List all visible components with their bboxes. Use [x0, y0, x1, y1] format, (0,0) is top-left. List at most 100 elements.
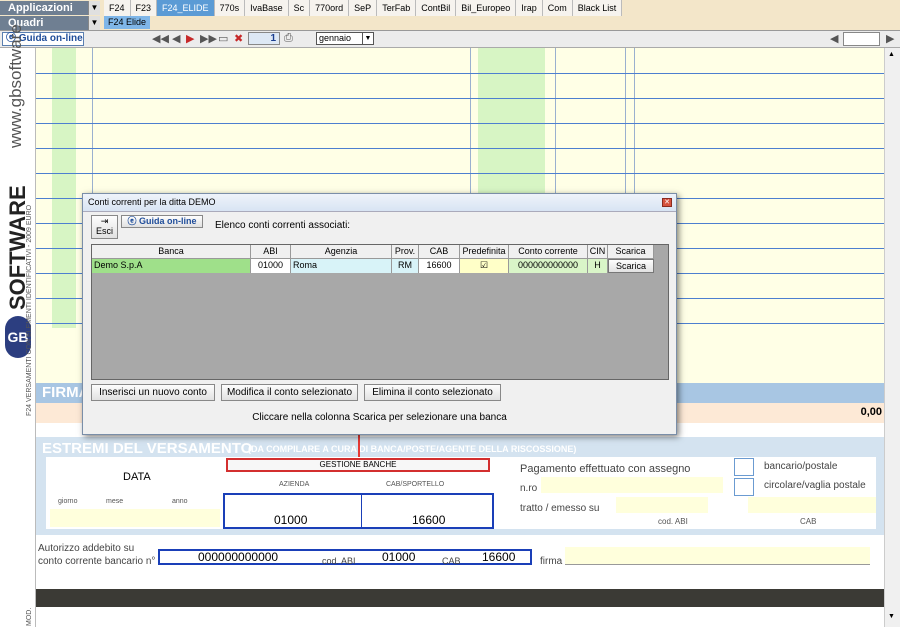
tratto-label: tratto / emesso su — [520, 503, 600, 514]
esci-label: Esci — [95, 226, 113, 236]
total-amount: 0,00 — [860, 406, 882, 418]
col-conto-corrente[interactable]: Conto corrente — [509, 245, 588, 258]
predefinita-checkbox[interactable]: ☑ — [460, 259, 509, 273]
table-row[interactable]: Demo S.p.A 01000 Roma RM 16600 ☑ 0000000… — [92, 259, 654, 273]
esci-button[interactable]: ⇥ Esci — [91, 215, 118, 239]
col-banca[interactable]: Banca — [92, 245, 251, 258]
cab-label: CAB — [800, 517, 817, 526]
cell-cin[interactable]: H — [588, 259, 608, 273]
month-select[interactable]: gennaio ▼ — [316, 32, 374, 45]
gestione-banche-box — [223, 493, 494, 529]
gestione-banche-button[interactable]: GESTIONE BANCHE — [226, 458, 490, 472]
tab-sc[interactable]: Sc — [288, 0, 311, 16]
tab-f24[interactable]: F24 — [104, 0, 131, 16]
new-record-icon[interactable]: ▭ — [218, 32, 228, 45]
chevron-down-icon[interactable]: ▼ — [88, 16, 100, 30]
tab-770ord[interactable]: 770ord — [310, 0, 350, 16]
cell-prov[interactable]: RM — [392, 259, 419, 273]
conti-correnti-dialog: Conti correnti per la ditta DEMO ✕ ⇥ Esc… — [82, 193, 677, 435]
modifica-conto-button[interactable]: Modifica il conto selezionato — [221, 384, 358, 401]
firma-field[interactable] — [565, 547, 870, 565]
tab-f23[interactable]: F23 — [130, 0, 158, 16]
col-cab[interactable]: CAB — [419, 245, 460, 258]
scarica-button[interactable]: Scarica — [608, 259, 654, 273]
cab-field[interactable] — [748, 497, 876, 513]
scroll-down-icon[interactable]: ▼ — [888, 613, 895, 620]
grid-line — [36, 148, 884, 149]
footer-bar — [36, 589, 884, 607]
tab-770s[interactable]: 770s — [214, 0, 246, 16]
prev-record-icon[interactable]: ◀ — [172, 32, 180, 45]
elenco-label: Elenco conti correnti associati: — [215, 220, 351, 231]
subtab-f24-elide[interactable]: F24 Elide — [104, 16, 151, 29]
col-cin[interactable]: CIN — [588, 245, 608, 258]
red-arrow-line — [358, 433, 360, 457]
nro-label: n.ro — [520, 483, 538, 494]
firma-label-2: firma — [540, 556, 563, 567]
tab-com[interactable]: Com — [542, 0, 573, 16]
nav-field[interactable] — [843, 32, 880, 46]
col-abi[interactable]: ABI — [251, 245, 291, 258]
data-field[interactable] — [50, 509, 220, 527]
delete-record-icon[interactable]: ✖ — [234, 32, 243, 45]
data-label: DATA — [123, 471, 151, 483]
circolare-checkbox[interactable] — [734, 478, 754, 496]
last-record-icon[interactable]: ▶▶ — [200, 32, 217, 45]
cell-banca[interactable]: Demo S.p.A — [92, 259, 251, 273]
elimina-conto-button[interactable]: Elimina il conto selezionato — [364, 384, 501, 401]
scroll-right-icon[interactable]: ▶ — [886, 32, 894, 45]
page-number-field[interactable]: 1 — [248, 32, 280, 45]
autorizzo-label: Autorizzo addebito su — [38, 543, 135, 554]
sidebar-brand: www.gbsoftware SOFTWARE GB F24 VERSAMENT… — [0, 24, 36, 627]
giorno-label: giorno — [58, 498, 78, 505]
cell-abi[interactable]: 01000 — [251, 259, 291, 273]
tab-ivabase[interactable]: IvaBase — [245, 0, 289, 16]
tab-irap[interactable]: Irap — [516, 0, 543, 16]
nro-field[interactable] — [541, 477, 723, 493]
brand-url: www.gbsoftware — [6, 24, 25, 148]
dialog-guida-button[interactable]: ⓔ Guida on-line — [121, 215, 203, 228]
play-icon[interactable]: ▶ — [186, 32, 194, 45]
guida-label: Guida on-line — [18, 33, 83, 44]
toolbar — [0, 31, 900, 48]
tab-f24-elide[interactable]: F24_ELIDE — [157, 0, 215, 16]
close-icon[interactable]: ✕ — [662, 198, 672, 207]
abi-value: 01000 — [382, 550, 416, 564]
cod-abi-label-2: cod. ABI — [322, 556, 356, 566]
cell-agenzia[interactable]: Roma — [291, 259, 392, 273]
tab-sep[interactable]: SeP — [349, 0, 378, 16]
applicazioni-combo[interactable]: Applicazioni ▼ — [0, 1, 100, 15]
cod-abi-field[interactable] — [616, 497, 708, 513]
col-predefinita[interactable]: Predefinita — [460, 245, 509, 258]
estremi-versamento-section: ESTREMI DEL VERSAMENTO (DA COMPILARE A C… — [36, 437, 884, 535]
dialog-guida-label: Guida on-line — [139, 216, 197, 226]
green-column — [52, 48, 76, 328]
tab-terfab[interactable]: TerFab — [377, 0, 417, 16]
azienda-label: AZIENDA — [279, 481, 310, 488]
cell-conto[interactable]: 000000000000 — [509, 259, 588, 273]
tab-contbil[interactable]: ContBil — [416, 0, 457, 16]
tab-black-list[interactable]: Black List — [572, 0, 623, 16]
scroll-up-icon[interactable]: ▲ — [888, 51, 895, 58]
cell-cab[interactable]: 16600 — [419, 259, 460, 273]
scroll-left-icon[interactable]: ◀ — [830, 32, 838, 45]
form-note-mod: MOD. — [26, 607, 33, 626]
inserisci-conto-button[interactable]: Inserisci un nuovo conto — [91, 384, 215, 401]
circolare-label: circolare/vaglia postale — [764, 480, 866, 491]
cab-value: 16600 — [412, 513, 446, 527]
col-prov[interactable]: Prov. — [392, 245, 419, 258]
print-icon[interactable]: ⎙ — [284, 32, 293, 45]
bancario-checkbox[interactable] — [734, 458, 754, 476]
tab-bil-europeo[interactable]: Bil_Europeo — [456, 0, 517, 16]
col-scarica[interactable]: Scarica — [608, 245, 654, 258]
vertical-scrollbar[interactable]: ▲ ▼ — [884, 48, 900, 627]
grid-line — [36, 98, 884, 99]
conti-table: Banca ABI Agenzia Prov. CAB Predefinita … — [91, 244, 669, 380]
applicazioni-label: Applicazioni — [8, 2, 73, 14]
azienda-value: 01000 — [274, 513, 308, 527]
form-note-2009: F24 VERSAMENTI CON ELEMENTI IDENTIFICATI… — [26, 204, 33, 416]
first-record-icon[interactable]: ◀◀ — [152, 32, 169, 45]
col-agenzia[interactable]: Agenzia — [291, 245, 392, 258]
chevron-down-icon[interactable]: ▼ — [362, 33, 373, 44]
chevron-down-icon[interactable]: ▼ — [88, 1, 100, 15]
